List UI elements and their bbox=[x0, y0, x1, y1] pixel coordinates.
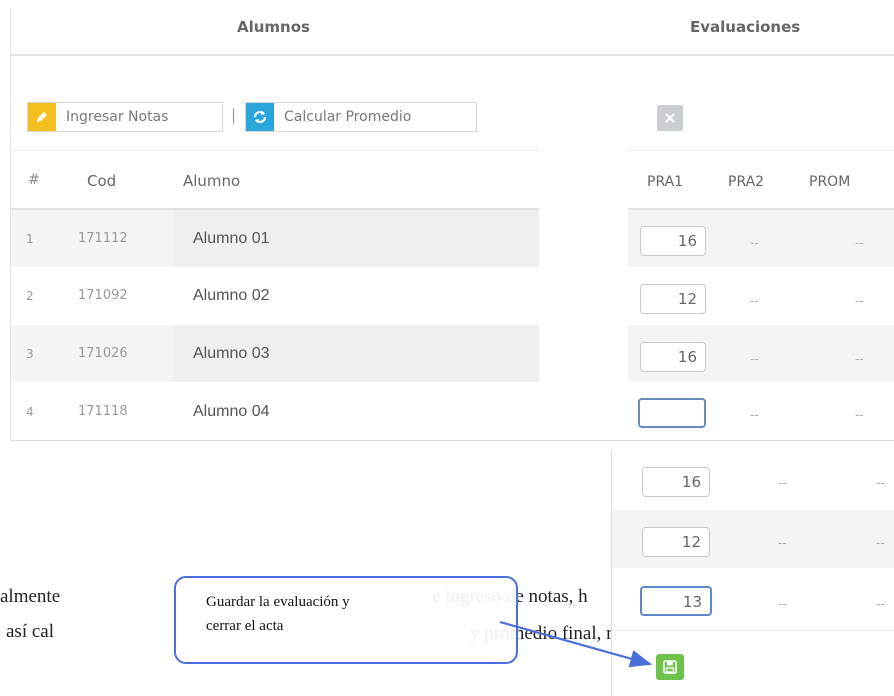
callout-arrow bbox=[499, 620, 653, 668]
